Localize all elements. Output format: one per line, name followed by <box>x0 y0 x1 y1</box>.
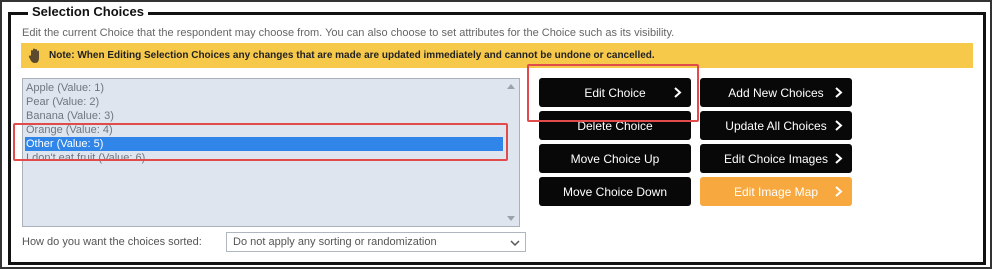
update-all-choices-label: Update All Choices <box>725 118 827 133</box>
edit-choice-images-label: Edit Choice Images <box>723 151 829 166</box>
list-scrollbar[interactable] <box>504 79 519 226</box>
scroll-up-arrow-icon[interactable] <box>507 84 515 89</box>
move-choice-up-label: Move Choice Up <box>570 151 660 166</box>
note-text: Note: When Editing Selection Choices any… <box>49 50 655 61</box>
move-choice-up-button[interactable]: Move Choice Up <box>539 144 691 173</box>
edit-image-map-label: Edit Image Map <box>733 184 819 199</box>
chevron-right-icon <box>834 120 843 131</box>
page-frame: Selection Choices Edit the current Choic… <box>0 0 992 269</box>
edit-image-map-button[interactable]: Edit Image Map <box>700 177 852 206</box>
section-description: Edit the current Choice that the respond… <box>22 27 675 39</box>
list-item-selected[interactable]: Other (Value: 5) <box>25 137 503 151</box>
chevron-right-icon <box>673 87 682 98</box>
delete-choice-label: Delete Choice <box>577 118 653 133</box>
move-choice-down-button[interactable]: Move Choice Down <box>539 177 691 206</box>
update-all-choices-button[interactable]: Update All Choices <box>700 111 852 140</box>
note-banner: Note: When Editing Selection Choices any… <box>21 43 973 68</box>
chevron-down-icon <box>509 237 521 249</box>
chevron-right-icon <box>834 87 843 98</box>
list-item[interactable]: Apple (Value: 1) <box>23 81 505 95</box>
add-new-choices-button[interactable]: Add New Choices <box>700 78 852 107</box>
edit-choice-images-button[interactable]: Edit Choice Images <box>700 144 852 173</box>
delete-choice-button[interactable]: Delete Choice <box>539 111 691 140</box>
chevron-right-icon <box>834 153 843 164</box>
list-item[interactable]: I don't eat fruit (Value: 6) <box>23 151 505 165</box>
sort-label: How do you want the choices sorted: <box>22 236 202 248</box>
add-new-choices-label: Add New Choices <box>728 85 824 100</box>
sort-select[interactable]: Do not apply any sorting or randomizatio… <box>226 232 526 252</box>
move-choice-down-label: Move Choice Down <box>562 184 668 199</box>
choices-list: Apple (Value: 1) Pear (Value: 2) Banana … <box>23 79 505 226</box>
edit-choice-label: Edit Choice <box>584 85 646 100</box>
sort-select-value: Do not apply any sorting or randomizatio… <box>233 236 437 248</box>
scroll-down-arrow-icon[interactable] <box>507 216 515 221</box>
choices-listbox[interactable]: Apple (Value: 1) Pear (Value: 2) Banana … <box>22 78 520 227</box>
list-item[interactable]: Pear (Value: 2) <box>23 95 505 109</box>
edit-choice-button[interactable]: Edit Choice <box>539 78 691 107</box>
list-item[interactable]: Banana (Value: 3) <box>23 109 505 123</box>
hand-icon <box>27 48 43 64</box>
section-legend: Selection Choices <box>28 4 148 20</box>
list-item[interactable]: Orange (Value: 4) <box>23 123 505 137</box>
chevron-right-icon <box>834 186 843 197</box>
